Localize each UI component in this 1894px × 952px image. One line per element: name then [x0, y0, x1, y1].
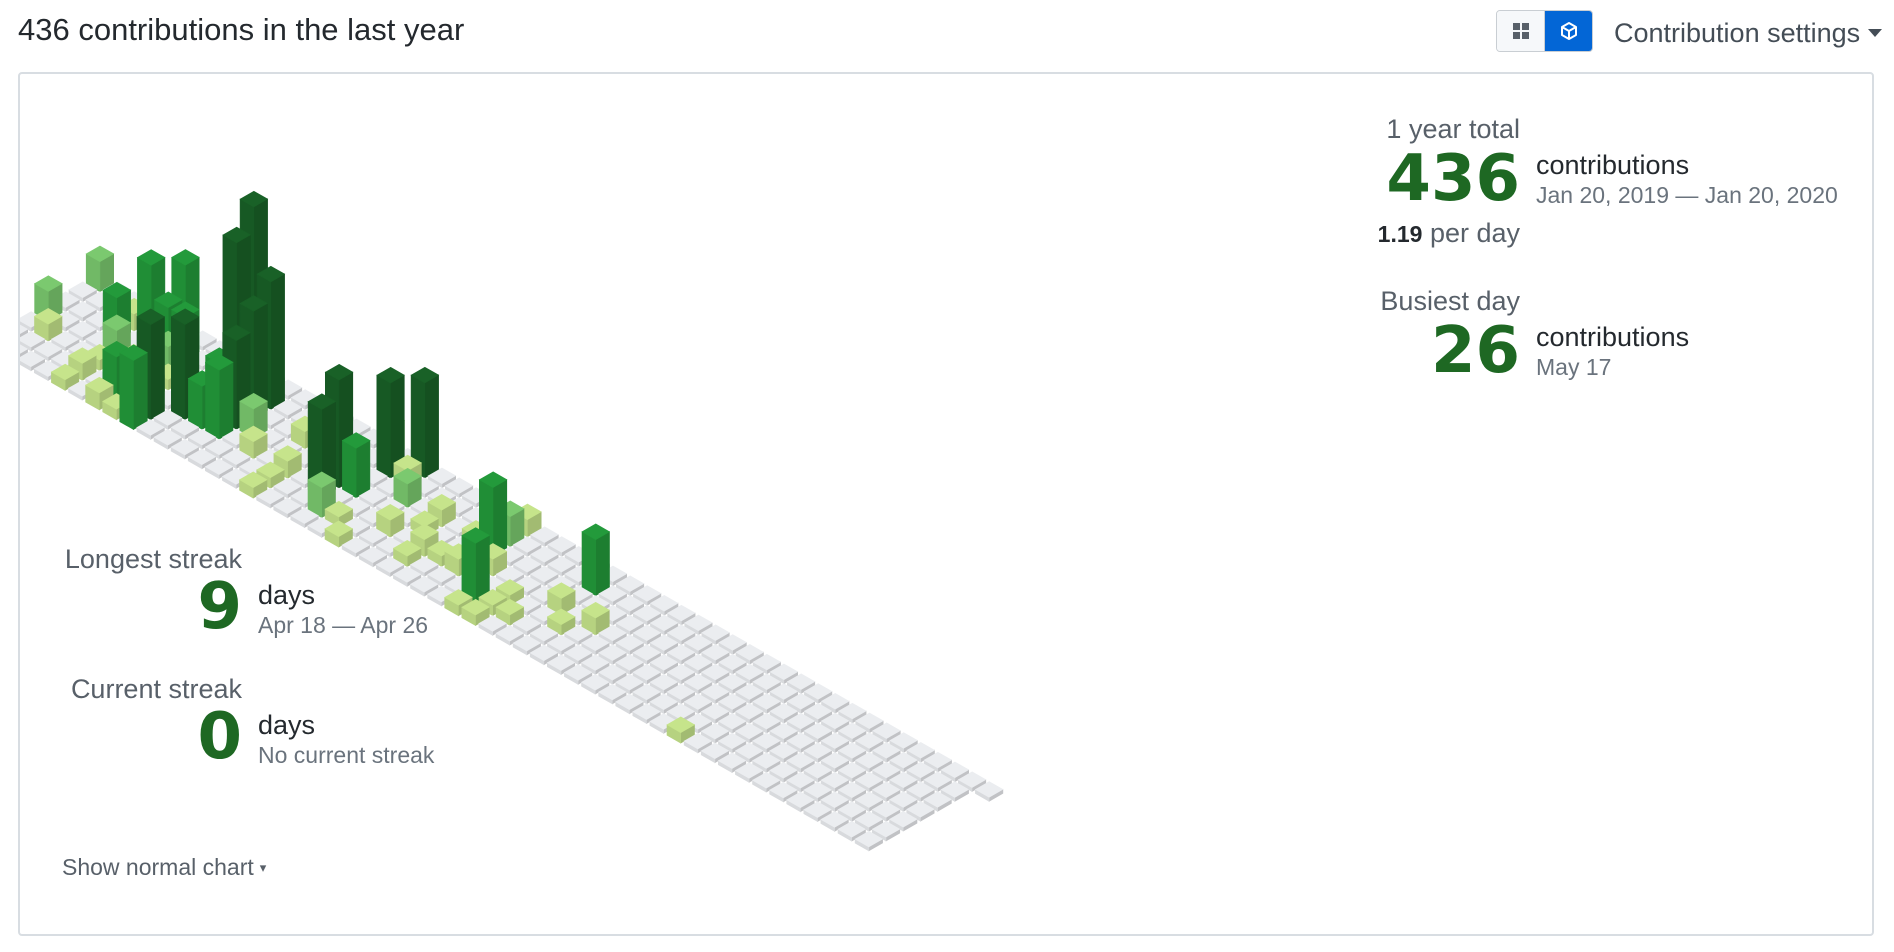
per-day-value: 1.19	[1377, 221, 1423, 247]
contribution-bar-left-face	[581, 531, 597, 597]
contribution-bar-right-face	[270, 273, 285, 410]
busiest-day-unit: contributions	[1536, 322, 1690, 352]
year-total-number: 436	[1386, 142, 1520, 216]
year-range: Jan 20, 2019 — Jan 20, 2020	[1536, 182, 1838, 208]
current-streak-unit: days	[258, 710, 316, 740]
busiest-day-date: May 17	[1536, 354, 1612, 380]
caret-down-icon	[1868, 29, 1883, 37]
contribution-bar-right-face	[424, 374, 439, 479]
contribution-bar-right-face	[595, 531, 610, 597]
longest-streak-number: 9	[197, 570, 242, 644]
year-total-unit: contributions	[1536, 150, 1690, 180]
current-streak-sub: No current streak	[258, 742, 435, 768]
contribution-card: 1 year total 436 contributions Jan 20, 2…	[18, 72, 1874, 936]
cube-icon	[1560, 22, 1577, 40]
show-normal-chart-link[interactable]: Show normal chart ▾	[62, 854, 266, 881]
per-day-average: 1.19 per day	[1120, 218, 1520, 249]
per-day-suffix: per day	[1429, 218, 1520, 248]
busiest-day-label: Busiest day	[1380, 286, 1520, 316]
contribution-bar-left-face	[342, 439, 357, 499]
longest-streak-unit: days	[258, 580, 316, 610]
isometric-view-button[interactable]	[1545, 11, 1592, 51]
chart-view-toggle	[1496, 10, 1593, 52]
contribution-bar-right-face	[133, 352, 148, 431]
grid-view-button[interactable]	[1497, 11, 1545, 51]
busiest-day-number: 26	[1430, 314, 1520, 388]
grid-icon	[1512, 23, 1529, 39]
current-streak-number: 0	[197, 700, 242, 774]
year-total-label: 1 year total	[1386, 114, 1520, 144]
contribution-bar-left-face	[119, 352, 134, 431]
caret-down-icon: ▾	[259, 859, 267, 875]
contribution-bar-right-face	[218, 361, 234, 440]
contributions-heading: 436 contributions in the last year	[18, 12, 465, 47]
longest-streak-range: Apr 18 — Apr 26	[258, 612, 429, 638]
contribution-settings-label: Contribution settings	[1614, 18, 1861, 48]
contribution-bar-left-face	[188, 377, 203, 430]
contribution-bar-left-face	[205, 361, 220, 440]
contribution-bar-left-face	[171, 316, 186, 421]
contribution-bar-left-face	[376, 374, 391, 479]
contribution-bar-right-face	[150, 316, 165, 421]
show-normal-chart-label: Show normal chart	[62, 854, 254, 880]
contribution-bar-right-face	[355, 439, 371, 499]
contribution-settings-dropdown[interactable]: Contribution settings	[1614, 18, 1883, 49]
